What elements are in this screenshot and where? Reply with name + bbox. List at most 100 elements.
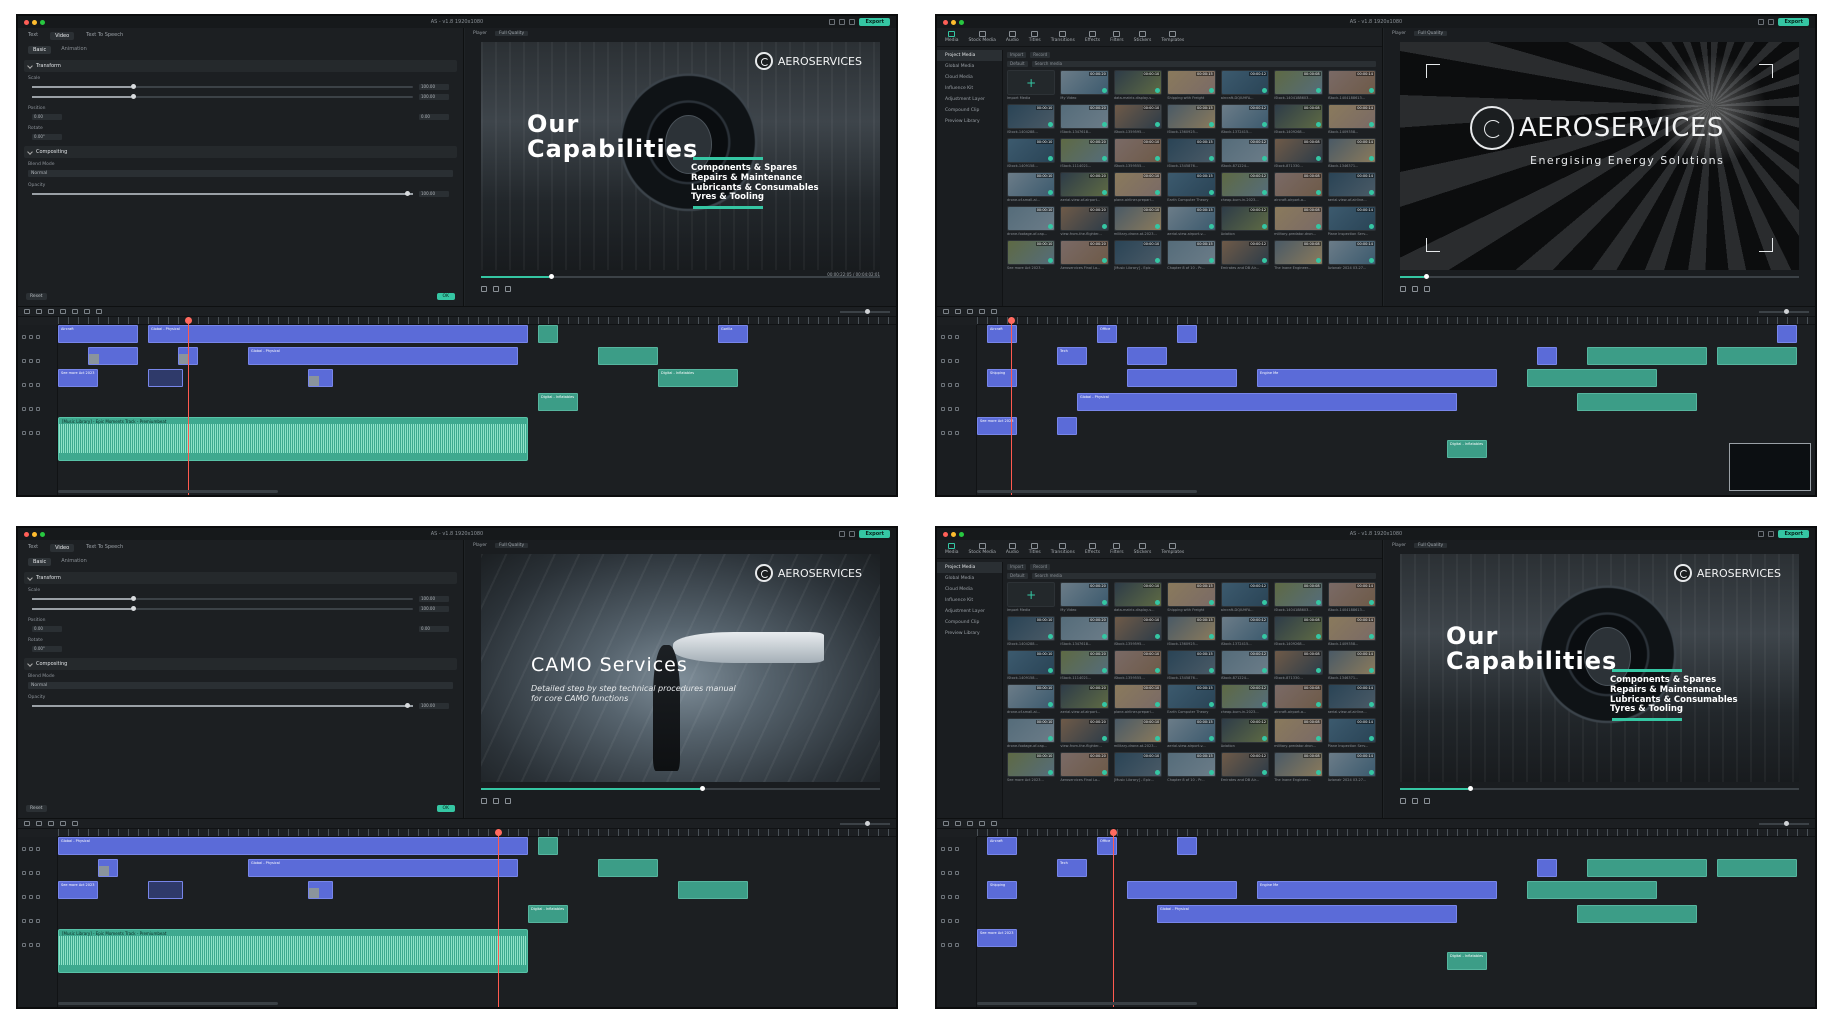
audio-tab[interactable]: Audio (1006, 543, 1019, 555)
sidebar-item-project-media[interactable]: Project Media (937, 50, 1002, 61)
media-thumbnail-image[interactable]: 00:00:20 (1060, 752, 1109, 777)
media-thumbnail[interactable]: 00:00:14 iStock-1409358... (1327, 104, 1376, 134)
media-tab[interactable]: Media (945, 31, 959, 43)
timeline-clip[interactable] (1527, 881, 1657, 899)
media-thumbnail[interactable]: 00:00:10 iStock-1359555... (1113, 138, 1163, 168)
sidebar-item-compound-clip[interactable]: Compound Clip (937, 617, 1002, 628)
media-thumbnail[interactable]: 00:00:12 Aviation (1220, 718, 1270, 748)
media-thumbnail[interactable]: 00:00:14 Plane Inspection Serv... (1327, 718, 1376, 748)
media-thumbnail-image[interactable]: 00:00:14 (1327, 104, 1376, 129)
export-button[interactable]: Export (1778, 18, 1809, 26)
media-thumbnail[interactable]: 00:00:15 Shipping with Freight (1167, 582, 1216, 612)
media-thumbnail-image[interactable]: 00:00:20 (1060, 718, 1109, 743)
timeline-scrollbar[interactable] (58, 1002, 278, 1005)
media-thumbnail-image[interactable]: 00:00:14 (1327, 138, 1376, 163)
timeline-clip[interactable]: See more Act 2023 (58, 881, 98, 899)
track-header[interactable] (937, 837, 976, 861)
layout-icon[interactable] (849, 531, 856, 537)
media-thumbnail[interactable]: 00:00:10 [Music Library] - Epic... (1113, 240, 1163, 270)
titles-tab[interactable]: Titles (1029, 31, 1041, 43)
ok-button[interactable]: OK (436, 293, 455, 300)
timeline-clip[interactable]: Shipping (987, 369, 1017, 387)
compositing-section[interactable]: Compositing (24, 146, 457, 158)
media-thumbnail-image[interactable]: 00:00:12 (1220, 650, 1270, 675)
timeline-clip[interactable] (1127, 369, 1237, 387)
zoom-slider[interactable] (1759, 308, 1809, 314)
media-thumbnail[interactable]: 00:00:20 My Video (1060, 582, 1109, 612)
timeline-clip[interactable]: Tech (1057, 347, 1087, 365)
media-thumbnail[interactable]: 00:00:14 iStock-1404188613... (1327, 70, 1376, 100)
media-thumbnail-image[interactable]: 00:00:08 (1274, 172, 1323, 197)
prev-frame-icon[interactable] (1400, 798, 1406, 804)
playback-progress-bar[interactable] (481, 786, 880, 791)
media-thumbnail[interactable]: + Import Media (1007, 582, 1056, 612)
media-thumbnail[interactable]: 00:00:10 military-drone-at-2023... (1113, 206, 1163, 236)
prev-frame-icon[interactable] (481, 286, 487, 292)
track-header[interactable] (937, 861, 976, 885)
media-thumbnail[interactable]: 00:00:15 Chapter 8 of 10 - Pr... (1167, 752, 1216, 782)
text-icon[interactable] (991, 821, 997, 826)
redo-icon[interactable] (967, 309, 973, 314)
tab-text-to-speech[interactable]: Text To Speech (86, 544, 123, 552)
record-button[interactable]: Record (1030, 52, 1051, 58)
sidebar-item-compound-clip[interactable]: Compound Clip (937, 105, 1002, 116)
media-thumbnail-image[interactable]: 00:00:15 (1167, 138, 1216, 163)
save-icon[interactable] (1758, 531, 1765, 537)
reset-button[interactable]: Reset (26, 805, 47, 812)
position-y-input[interactable]: 0.00 (419, 626, 449, 632)
sidebar-item-global-media[interactable]: Global Media (937, 61, 1002, 72)
tab-text[interactable]: Text (28, 32, 38, 40)
media-thumbnail[interactable]: 00:00:08 The Inane Engineer... (1274, 752, 1323, 782)
media-thumbnail-image[interactable]: 00:00:14 (1327, 650, 1376, 675)
effects-tab[interactable]: Effects (1085, 31, 1100, 43)
media-thumbnail-image[interactable]: 00:00:08 (1274, 240, 1323, 265)
media-thumbnail-image[interactable]: 00:00:10 (1113, 752, 1163, 777)
undo-icon[interactable] (955, 821, 961, 826)
quality-select[interactable]: Full Quality (495, 543, 529, 548)
tab-text[interactable]: Text (28, 544, 38, 552)
media-thumbnail[interactable]: 00:00:15 Chapter 8 of 10 - Pr... (1167, 240, 1216, 270)
undo-icon[interactable] (36, 821, 42, 826)
media-thumbnail-image[interactable]: 00:00:20 (1060, 104, 1109, 129)
media-thumbnail[interactable]: 00:00:10 data-matrix-display-s... (1113, 582, 1163, 612)
stop-icon[interactable] (505, 798, 511, 804)
media-thumbnail[interactable]: 00:00:20 iStock-1347618... (1060, 104, 1109, 134)
media-thumbnail[interactable]: 00:00:14 iStock-1346371... (1327, 650, 1376, 680)
sidebar-item-project-media[interactable]: Project Media (937, 562, 1002, 573)
media-thumbnail-image[interactable]: 00:00:12 (1220, 718, 1270, 743)
sidebar-item-preview-library[interactable]: Preview Library (937, 628, 1002, 639)
media-thumbnail-image[interactable]: 00:00:14 (1327, 616, 1376, 641)
sidebar-item-influence-kit[interactable]: Influence Kit (937, 595, 1002, 606)
stop-icon[interactable] (1424, 798, 1430, 804)
media-thumbnail[interactable]: 00:00:10 plane-airliner-prepari... (1113, 684, 1163, 714)
media-thumbnail[interactable]: 00:00:10 military-drone-at-2023... (1113, 718, 1163, 748)
audio-clip-waveform[interactable]: [Music Library] - Epic Moments Track - P… (58, 929, 528, 973)
grid-icon[interactable] (943, 821, 949, 826)
media-thumbnail-image[interactable]: 00:00:10 (1007, 240, 1056, 265)
search-input[interactable]: Search media (1031, 573, 1376, 579)
media-thumbnail[interactable]: 00:00:10 drone-of-small-ai... (1007, 684, 1056, 714)
blend-mode-select[interactable]: Normal (28, 682, 453, 689)
media-thumbnail-image[interactable]: 00:00:20 (1060, 138, 1109, 163)
media-thumbnail-image[interactable]: 00:00:10 (1007, 752, 1056, 777)
import-button[interactable]: Import (1007, 564, 1027, 570)
media-thumbnail[interactable]: 00:00:20 iStock-1114021... (1060, 138, 1109, 168)
track-header[interactable] (937, 349, 976, 373)
playhead[interactable] (185, 317, 192, 495)
timeline-clip[interactable] (1587, 859, 1707, 877)
rotate-input[interactable]: 0.00° (32, 646, 62, 652)
templates-tab[interactable]: Templates (1161, 543, 1184, 555)
save-icon[interactable] (829, 19, 836, 25)
export-button[interactable]: Export (859, 18, 890, 26)
media-thumbnail-image[interactable]: 00:00:08 (1274, 104, 1323, 129)
opacity-slider[interactable] (32, 191, 413, 196)
timeline-clip[interactable]: Office (1097, 837, 1117, 855)
media-thumbnail-image[interactable]: 00:00:15 (1167, 718, 1216, 743)
quality-select[interactable]: Full Quality (1414, 543, 1448, 548)
timeline-clip[interactable] (308, 369, 333, 387)
media-thumbnail-image[interactable]: 00:00:12 (1220, 616, 1270, 641)
track-header[interactable] (18, 373, 57, 397)
search-input[interactable]: Search media (1031, 61, 1376, 67)
media-thumbnail[interactable]: 00:00:08 iStock-1404188603... (1274, 582, 1323, 612)
zoom-slider[interactable] (840, 820, 890, 826)
